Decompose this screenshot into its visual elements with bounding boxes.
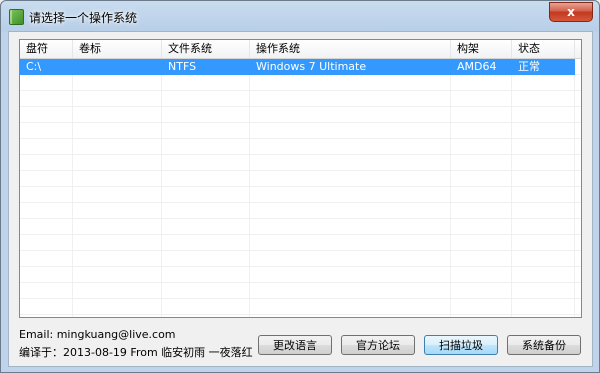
column-header-drive[interactable]: 盘符 xyxy=(20,40,73,58)
cell-os: Windows 7 Ultimate xyxy=(256,60,367,73)
official-forum-button[interactable]: 官方论坛 xyxy=(341,335,415,355)
column-header-filesystem[interactable]: 文件系统 xyxy=(162,40,250,58)
grid-divider xyxy=(574,59,575,317)
close-icon: x xyxy=(567,5,575,19)
os-list[interactable]: 盘符 卷标 文件系统 操作系统 构架 状态 C:\ NTFS Windows 7… xyxy=(19,39,582,318)
change-language-button[interactable]: 更改语言 xyxy=(258,335,332,355)
app-window: 请选择一个操作系统 x 盘符 卷标 文件系统 操作系统 构架 状态 C:\ NT… xyxy=(0,0,600,373)
cell-drive: C:\ xyxy=(26,60,42,73)
grid-divider xyxy=(161,59,162,317)
cell-arch: AMD64 xyxy=(457,60,497,73)
cell-volume xyxy=(73,59,162,75)
client-area: 盘符 卷标 文件系统 操作系统 构架 状态 C:\ NTFS Windows 7… xyxy=(8,31,593,367)
table-row[interactable]: C:\ NTFS Windows 7 Ultimate AMD64 正常 xyxy=(20,59,575,75)
compile-info: 编译于：2013-08-19 From 临安初雨 一夜落红 xyxy=(19,346,253,359)
grid-divider xyxy=(450,59,451,317)
scan-junk-button[interactable]: 扫描垃圾 xyxy=(424,335,498,355)
title-bar[interactable]: 请选择一个操作系统 x xyxy=(1,1,599,31)
list-header: 盘符 卷标 文件系统 操作系统 构架 状态 xyxy=(20,40,581,59)
grid-divider xyxy=(249,59,250,317)
grid-divider xyxy=(511,59,512,317)
close-button[interactable]: x xyxy=(549,2,593,22)
column-header-volume[interactable]: 卷标 xyxy=(73,40,162,58)
grid-divider xyxy=(72,59,73,317)
list-grid xyxy=(20,59,581,317)
cell-filesystem: NTFS xyxy=(168,60,197,73)
cell-status: 正常 xyxy=(518,60,540,73)
column-header-os[interactable]: 操作系统 xyxy=(250,40,451,58)
email-text: Email: mingkuang@live.com xyxy=(19,328,176,341)
column-header-arch[interactable]: 构架 xyxy=(451,40,512,58)
window-title: 请选择一个操作系统 xyxy=(29,11,138,25)
app-icon xyxy=(9,9,24,25)
column-header-status[interactable]: 状态 xyxy=(512,40,575,58)
system-backup-button[interactable]: 系统备份 xyxy=(507,335,581,355)
